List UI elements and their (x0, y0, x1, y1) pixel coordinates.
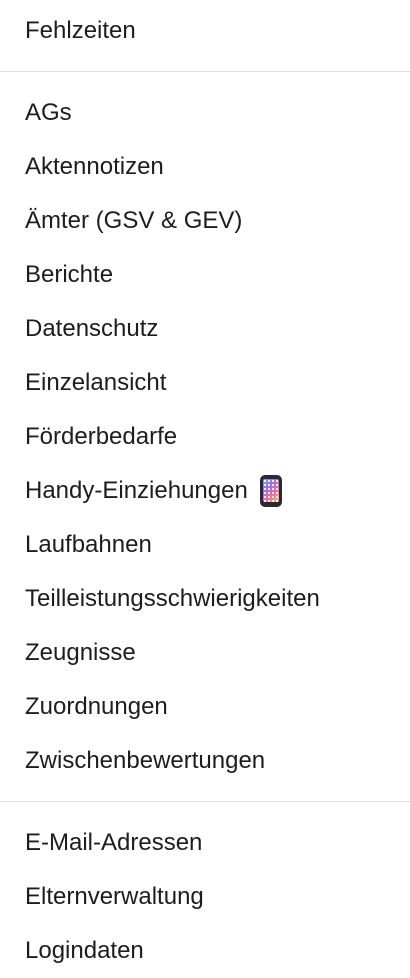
menu-item-label: Berichte (25, 261, 114, 288)
menu-item-elternverwaltung[interactable]: Elternverwaltung (0, 870, 410, 924)
menu-item-label: Elternverwaltung (25, 883, 204, 910)
menu-divider (0, 801, 410, 802)
menu-item-aktennotizen[interactable]: Aktennotizen (0, 140, 410, 194)
dropdown-menu: Fehlzeiten AGs Aktennotizen Ämter (GSV &… (0, 0, 410, 976)
menu-item-label: Zeugnisse (25, 639, 136, 666)
menu-item-handy-einziehungen[interactable]: Handy-Einziehungen (0, 464, 410, 518)
menu-item-label: Zuordnungen (25, 693, 168, 720)
mobile-phone-icon (259, 475, 282, 507)
menu-item-label: Laufbahnen (25, 531, 152, 558)
menu-item-label: Einzelansicht (25, 369, 167, 396)
menu-item-label: E-Mail-Adressen (25, 829, 203, 856)
menu-item-label: AGs (25, 99, 72, 126)
menu-item-label: Zwischenbewertungen (25, 747, 266, 774)
menu-item-zwischenbewertungen[interactable]: Zwischenbewertungen (0, 734, 410, 788)
menu-item-aemter[interactable]: Ämter (GSV & GEV) (0, 194, 410, 248)
menu-item-e-mail-adressen[interactable]: E-Mail-Adressen (0, 816, 410, 870)
menu-item-laufbahnen[interactable]: Laufbahnen (0, 518, 410, 572)
menu-item-label: Logindaten (25, 937, 144, 964)
menu-item-label: Handy-Einziehungen (25, 477, 248, 504)
menu-item-einzelansicht[interactable]: Einzelansicht (0, 356, 410, 410)
menu-item-zuordnungen[interactable]: Zuordnungen (0, 680, 410, 734)
menu-item-teilleistungsschwierigkeiten[interactable]: Teilleistungsschwierigkeiten (0, 572, 410, 626)
menu-item-foerderbedarfe[interactable]: Förderbedarfe (0, 410, 410, 464)
menu-item-logindaten[interactable]: Logindaten (0, 924, 410, 978)
menu-divider (0, 71, 410, 72)
menu-item-ags[interactable]: AGs (0, 86, 410, 140)
menu-item-label: Datenschutz (25, 315, 159, 342)
menu-item-datenschutz[interactable]: Datenschutz (0, 302, 410, 356)
menu-item-label: Aktennotizen (25, 153, 164, 180)
menu-item-label: Förderbedarfe (25, 423, 178, 450)
menu-item-label: Teilleistungsschwierigkeiten (25, 585, 320, 612)
menu-item-fehlzeiten[interactable]: Fehlzeiten (0, 4, 410, 58)
menu-item-label: Fehlzeiten (25, 17, 136, 44)
menu-item-zeugnisse[interactable]: Zeugnisse (0, 626, 410, 680)
menu-item-label: Ämter (GSV & GEV) (25, 207, 243, 234)
menu-item-berichte[interactable]: Berichte (0, 248, 410, 302)
